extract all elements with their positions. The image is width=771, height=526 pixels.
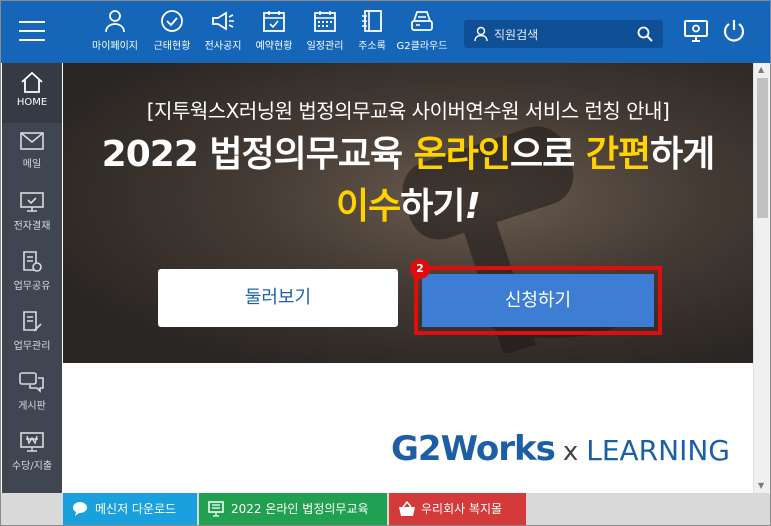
monitor-book-icon <box>208 501 224 517</box>
nav-label: 근태현황 <box>153 41 191 52</box>
nav-notice[interactable]: 전사공지 <box>200 9 246 59</box>
search-input[interactable]: 직원검색 <box>494 26 538 43</box>
welfare-mall-button[interactable]: 우리회사 복지몰 <box>389 493 526 525</box>
mail-icon <box>20 132 44 150</box>
nav-g2cloud[interactable]: G2클라우드 <box>395 9 449 59</box>
basket-icon <box>399 501 415 516</box>
sidebar-item-home[interactable]: HOME <box>2 63 62 123</box>
employee-search[interactable]: 직원검색 <box>464 20 663 48</box>
megaphone-icon <box>212 11 234 31</box>
won-monitor-icon <box>20 432 44 452</box>
headline-highlight: 간편 <box>585 134 651 175</box>
main-content: G2Works x LEARNING <box>63 363 753 493</box>
bottom-item-label: 메신저 다운로드 <box>95 502 177 516</box>
sidebar-item-label: 전자결재 <box>13 221 51 232</box>
cloud-drive-icon <box>411 11 433 31</box>
nav-label: 일정관리 <box>306 41 344 52</box>
bottom-item-label: 2022 온라인 법정의무교육 <box>231 502 369 516</box>
chat-board-icon <box>19 372 44 393</box>
nav-label: 마이페이지 <box>92 41 138 52</box>
nav-mypage[interactable]: 마이페이지 <box>89 9 141 59</box>
calendar-grid-icon <box>314 11 336 32</box>
logo-separator: x <box>562 437 579 467</box>
nav-label: G2클라우드 <box>396 41 448 52</box>
menu-icon[interactable] <box>19 21 47 43</box>
vertical-scrollbar[interactable]: ▲ ▼ <box>753 63 770 493</box>
apply-highlight-box: 신청하기 <box>414 266 662 335</box>
headline-text: ! <box>464 186 481 228</box>
check-circle-icon <box>161 10 183 32</box>
messenger-download-button[interactable]: 메신저 다운로드 <box>63 493 197 525</box>
headline-text: 2022 법정의무교육 <box>101 134 414 175</box>
nav-reservation[interactable]: 예약현황 <box>251 9 297 59</box>
g2works-learning-logo: G2Works x LEARNING <box>391 429 730 469</box>
chat-bubble-icon <box>73 502 87 516</box>
nav-label: 주소록 <box>358 41 386 52</box>
sidebar-item-work-manage[interactable]: 업무관리 <box>2 303 62 363</box>
legal-education-button[interactable]: 2022 온라인 법정의무교육 <box>199 493 387 525</box>
person-icon <box>105 10 125 33</box>
monitor-settings-icon[interactable] <box>683 18 709 44</box>
banner-headline: 2022 법정의무교육 온라인으로 간편하게 이수하기! <box>63 129 753 233</box>
sidebar-item-board[interactable]: 게시판 <box>2 363 62 423</box>
left-sidebar: HOME 메일 전자결재 업무공유 업무관리 게시판 수당/지출 <box>2 63 62 493</box>
sidebar-item-label: 업무공유 <box>13 281 51 292</box>
search-icon[interactable] <box>637 26 653 42</box>
top-header: 마이페이지 근태현황 전사공지 예약현황 일정관리 주소록 G2클라우드 직원검… <box>1 1 770 63</box>
sidebar-item-mail[interactable]: 메일 <box>2 123 62 183</box>
bottom-bar: 메신저 다운로드 2022 온라인 법정의무교육 우리회사 복지몰 <box>1 493 770 525</box>
sidebar-item-label: 업무관리 <box>13 341 51 352</box>
nav-label: 예약현황 <box>255 41 293 52</box>
headline-text: 하게 <box>650 134 715 175</box>
headline-highlight: 온라인 <box>413 134 511 175</box>
document-gear-icon <box>23 251 42 272</box>
promo-banner: [지투웍스X러닝원 법정의무교육 사이버연수원 서비스 런칭 안내] 2022 … <box>63 63 753 363</box>
app-window: 마이페이지 근태현황 전사공지 예약현황 일정관리 주소록 G2클라우드 직원검… <box>0 0 771 526</box>
document-edit-icon <box>23 311 42 332</box>
headline-highlight: 이수 <box>336 186 401 228</box>
sidebar-item-label: 수당/지출 <box>11 461 53 472</box>
sidebar-item-label: 게시판 <box>18 401 46 412</box>
power-icon[interactable] <box>721 18 747 44</box>
bottom-item-label: 우리회사 복지몰 <box>421 502 503 516</box>
home-icon <box>21 71 43 93</box>
nav-address-book[interactable]: 주소록 <box>351 9 393 59</box>
headline-text: 하기 <box>400 186 465 228</box>
step-badge: 2 <box>410 259 430 279</box>
person-search-icon <box>474 26 488 42</box>
sidebar-item-label: HOME <box>16 97 48 108</box>
scroll-thumb[interactable] <box>757 78 768 218</box>
logo-text: orks <box>475 429 556 469</box>
sidebar-item-approval[interactable]: 전자결재 <box>2 183 62 243</box>
headline-text: 으로 <box>510 134 586 175</box>
banner-subtitle: [지투웍스X러닝원 법정의무교육 사이버연수원 서비스 런칭 안내] <box>146 99 670 123</box>
apply-button[interactable]: 신청하기 <box>422 274 654 327</box>
browse-button[interactable]: 둘러보기 <box>158 269 398 327</box>
sidebar-item-expense[interactable]: 수당/지출 <box>2 423 62 483</box>
sidebar-item-label: 메일 <box>22 159 42 170</box>
scroll-up-icon[interactable]: ▲ <box>758 65 764 74</box>
calendar-check-icon <box>263 11 285 32</box>
address-book-icon <box>362 10 382 32</box>
scroll-down-icon[interactable]: ▼ <box>758 481 764 490</box>
nav-attendance[interactable]: 근태현황 <box>149 9 195 59</box>
logo-text: G2W <box>391 429 477 469</box>
logo-text: LEARNING <box>586 434 730 467</box>
nav-label: 전사공지 <box>204 41 242 52</box>
approval-monitor-icon <box>20 192 44 212</box>
nav-schedule[interactable]: 일정관리 <box>302 9 348 59</box>
sidebar-item-work-share[interactable]: 업무공유 <box>2 243 62 303</box>
